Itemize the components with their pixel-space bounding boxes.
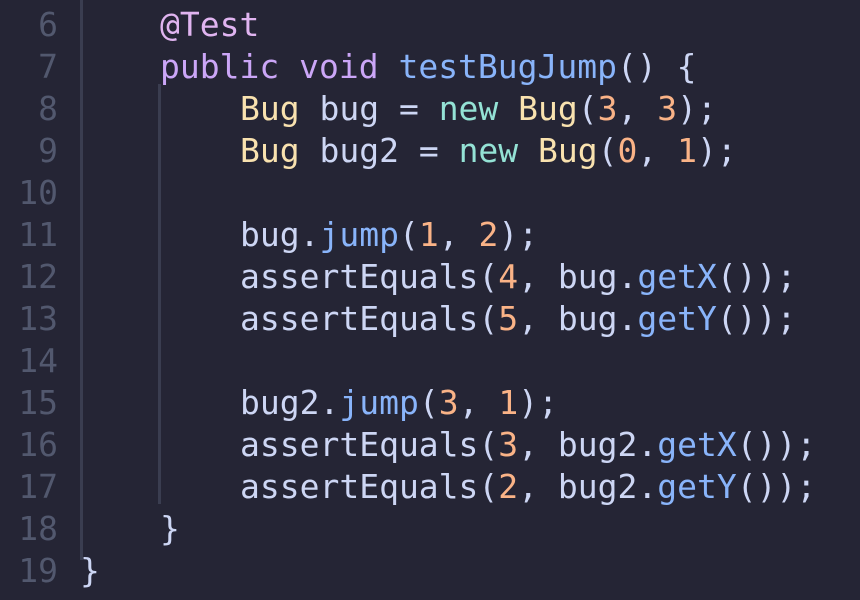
line-number: 18 (18, 509, 58, 548)
indent-guide (158, 84, 161, 504)
code-token: getY (657, 467, 737, 506)
line-number: 8 (38, 89, 58, 128)
code-token: , (637, 131, 678, 170)
code-token: Bug (538, 131, 598, 170)
code-token: 0 (617, 131, 638, 170)
code-token: getX (637, 257, 717, 296)
code-line[interactable]: @Test (160, 4, 259, 46)
code-token: , (458, 383, 499, 422)
code-token: new (438, 89, 499, 128)
code-token: , bug2. (518, 467, 658, 506)
code-token: 5 (498, 299, 519, 338)
line-number: 9 (38, 131, 58, 170)
code-token: 1 (418, 215, 439, 254)
code-line[interactable]: Bug bug2 = new Bug(0, 1); (240, 130, 737, 172)
line-number: 15 (18, 383, 58, 422)
line-number: 19 (18, 551, 58, 590)
code-token: getX (657, 425, 737, 464)
code-area[interactable]: @Test public void testBugJump() {Bug bug … (80, 0, 860, 600)
code-token: , (617, 89, 658, 128)
line-number: 7 (38, 47, 58, 86)
code-token: 3 (597, 89, 618, 128)
code-line[interactable]: } (160, 508, 180, 550)
line-number: 10 (18, 173, 58, 212)
code-editor[interactable]: 6 7 8 9 10 11 12 13 14 15 16 17 18 19 @Test public voi… (0, 0, 860, 600)
code-token: ()); (716, 257, 797, 296)
code-token: assertEquals( (240, 467, 499, 506)
line-number: 12 (18, 257, 58, 296)
code-token: 1 (498, 383, 519, 422)
code-line[interactable]: Bug bug = new Bug(3, 3); (240, 88, 717, 130)
code-token: 3 (498, 425, 519, 464)
code-token: assertEquals( (240, 257, 499, 296)
indent-guide (80, 0, 83, 560)
code-token: Bug (240, 131, 300, 170)
code-line[interactable]: assertEquals(5, bug.getY()); (240, 298, 796, 340)
code-token: , bug2. (518, 425, 658, 464)
code-token: void (299, 47, 379, 86)
code-token: 2 (478, 215, 499, 254)
code-token: Bug (240, 89, 300, 128)
code-token: 3 (438, 383, 459, 422)
code-token: ()); (736, 425, 817, 464)
line-number: 13 (18, 299, 58, 338)
code-token: ( (577, 89, 598, 128)
code-token: @Test (160, 5, 260, 44)
line-number: 11 (18, 215, 58, 254)
code-token: ); (498, 215, 539, 254)
code-token: assertEquals( (240, 299, 499, 338)
code-token: Bug (518, 89, 578, 128)
code-line[interactable]: assertEquals(4, bug.getX()); (240, 256, 796, 298)
line-number: 16 (18, 425, 58, 464)
line-number-gutter: 6 7 8 9 10 11 12 13 14 15 16 17 18 19 (0, 0, 64, 600)
code-line[interactable]: assertEquals(3, bug2.getX()); (240, 424, 816, 466)
code-token: 3 (657, 89, 678, 128)
code-token: } (160, 509, 180, 548)
code-token: , bug. (518, 299, 638, 338)
code-token: 1 (677, 131, 698, 170)
code-token: ); (677, 89, 717, 128)
code-token: jump (319, 215, 399, 254)
code-line[interactable]: public void testBugJump() { (160, 46, 696, 88)
line-number: 6 (38, 5, 58, 44)
code-token: 4 (498, 257, 519, 296)
code-token: jump (339, 383, 419, 422)
code-token: public (160, 47, 280, 86)
code-token: } (80, 551, 100, 590)
code-token: ( (398, 215, 419, 254)
code-line[interactable]: } (80, 550, 100, 592)
code-token: bug2. (240, 383, 340, 422)
code-token: assertEquals( (240, 425, 499, 464)
code-token: ()); (736, 467, 817, 506)
line-number: 14 (18, 341, 58, 380)
code-token: bug = (299, 89, 439, 128)
code-token: testBugJump (398, 47, 617, 86)
code-token: ()); (716, 299, 797, 338)
code-token: ( (418, 383, 439, 422)
code-token: , (438, 215, 479, 254)
code-token: new (458, 131, 519, 170)
code-token: bug. (240, 215, 320, 254)
code-line[interactable]: bug.jump(1, 2); (240, 214, 538, 256)
code-line[interactable]: assertEquals(2, bug2.getY()); (240, 466, 816, 508)
code-token: 2 (498, 467, 519, 506)
code-token: , bug. (518, 257, 638, 296)
code-token: ); (697, 131, 737, 170)
code-token: ); (518, 383, 558, 422)
code-token: () { (617, 47, 697, 86)
code-line[interactable]: bug2.jump(3, 1); (240, 382, 558, 424)
code-token: ( (597, 131, 618, 170)
line-number: 17 (18, 467, 58, 506)
code-token: bug2 = (299, 131, 459, 170)
code-token: getY (637, 299, 717, 338)
